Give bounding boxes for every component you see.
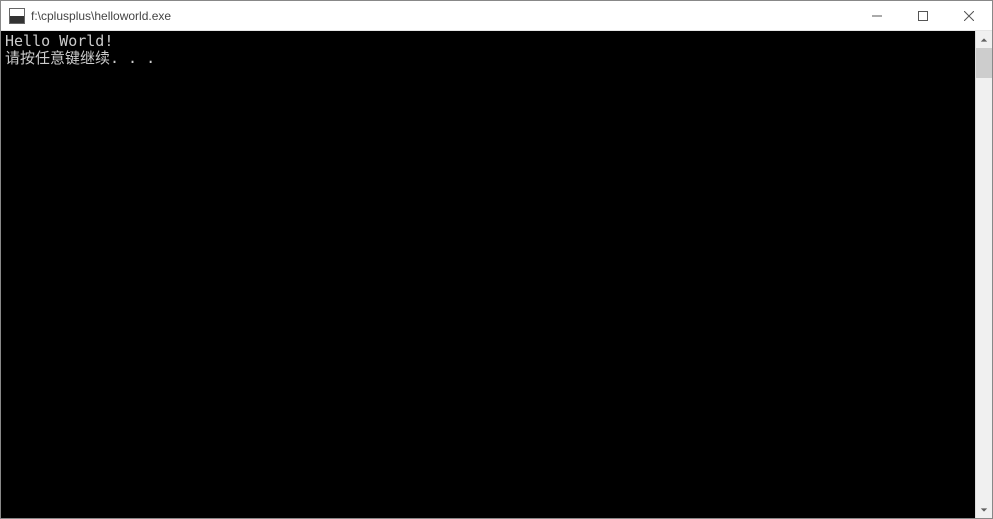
output-line-2: 请按任意键继续. . . (5, 49, 155, 67)
close-icon (964, 11, 974, 21)
close-button[interactable] (946, 1, 992, 30)
titlebar-left: f:\cplusplus\helloworld.exe (1, 8, 171, 24)
app-icon (9, 8, 25, 24)
maximize-button[interactable] (900, 1, 946, 30)
minimize-icon (872, 11, 882, 21)
scroll-track[interactable] (976, 48, 992, 501)
console-area: Hello World! 请按任意键继续. . . (1, 31, 992, 518)
chevron-down-icon (980, 506, 988, 514)
console-window: f:\cplusplus\helloworld.exe Hello World!… (0, 0, 993, 519)
maximize-icon (918, 11, 928, 21)
minimize-button[interactable] (854, 1, 900, 30)
scroll-up-button[interactable] (976, 31, 992, 48)
vertical-scrollbar[interactable] (975, 31, 992, 518)
window-title: f:\cplusplus\helloworld.exe (31, 9, 171, 23)
window-controls (854, 1, 992, 30)
chevron-up-icon (980, 36, 988, 44)
scroll-thumb[interactable] (976, 48, 992, 78)
scroll-down-button[interactable] (976, 501, 992, 518)
titlebar[interactable]: f:\cplusplus\helloworld.exe (1, 1, 992, 31)
console-output[interactable]: Hello World! 请按任意键继续. . . (1, 31, 975, 518)
output-line-1: Hello World! (5, 32, 113, 50)
